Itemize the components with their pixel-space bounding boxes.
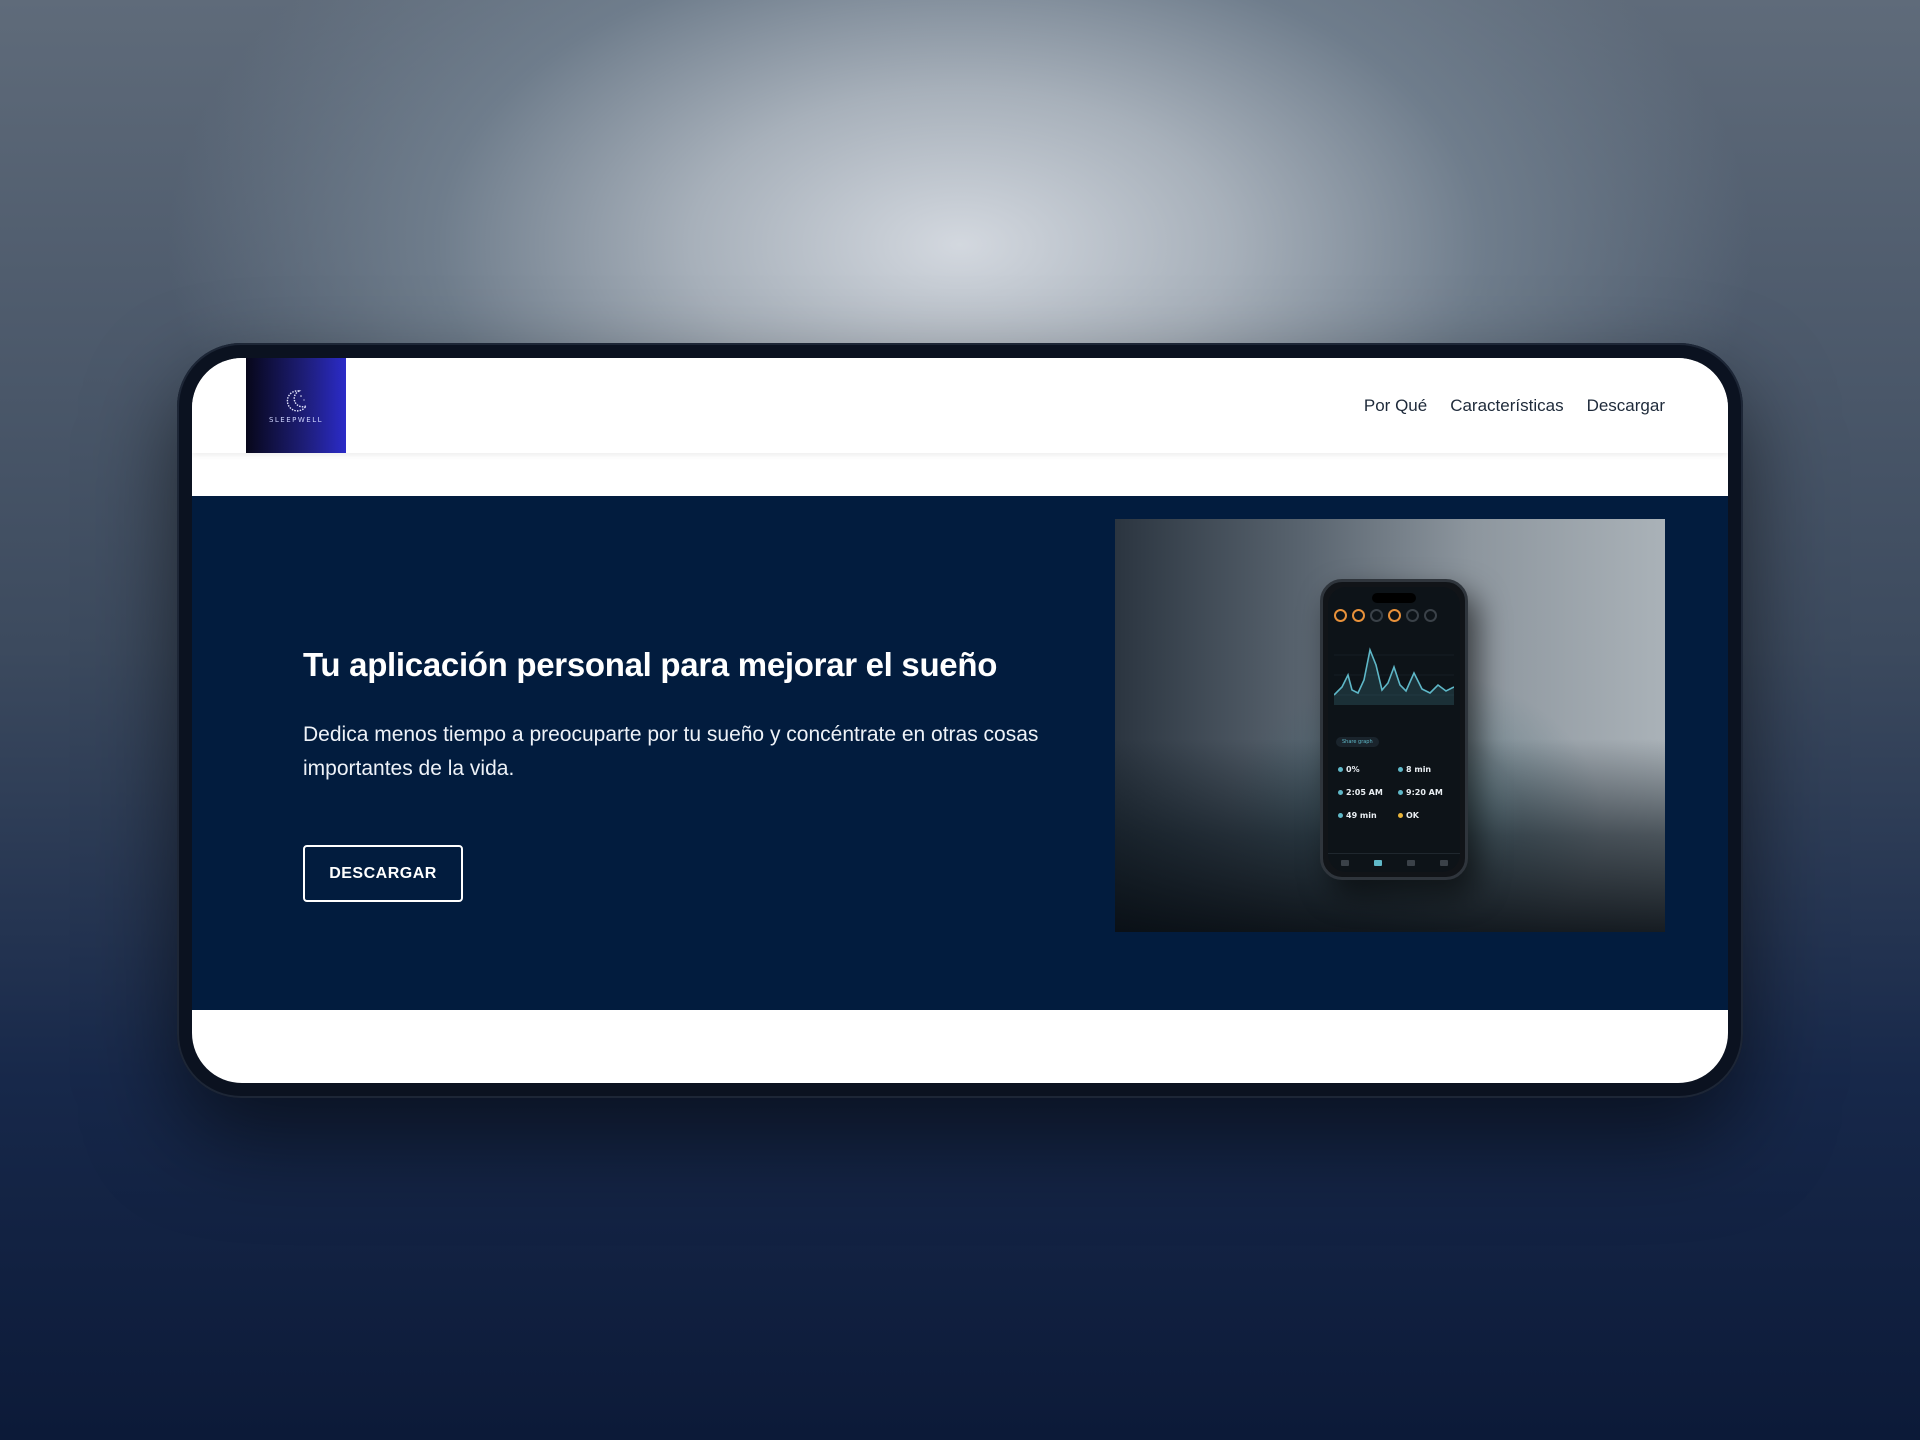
day-ring — [1370, 609, 1383, 622]
nav-link-por-que[interactable]: Por Qué — [1364, 396, 1427, 416]
sleep-graph — [1334, 647, 1454, 705]
stat-item: 9:20 AM — [1398, 788, 1454, 797]
download-button[interactable]: DESCARGAR — [303, 845, 463, 902]
stat-value: 0% — [1346, 765, 1360, 774]
site-header: SLEEPWELL Por Qué Características Descar… — [192, 358, 1728, 453]
stat-value: OK — [1406, 811, 1419, 820]
stat-item: 8 min — [1398, 765, 1454, 774]
phone-tab-icon — [1340, 860, 1349, 866]
day-ring — [1334, 609, 1347, 622]
hero-section: Tu aplicación personal para mejorar el s… — [192, 496, 1728, 1010]
stat-item: 49 min — [1338, 811, 1394, 820]
stat-value: 8 min — [1406, 765, 1432, 774]
phone-mockup: Share graph 0% 8 min 2:05 AM 9:20 AM 49 … — [1320, 579, 1468, 880]
nav-link-caracteristicas[interactable]: Características — [1450, 396, 1563, 416]
logo-text: SLEEPWELL — [268, 415, 324, 424]
device-frame: SLEEPWELL Por Qué Características Descar… — [177, 343, 1743, 1098]
stat-item: 2:05 AM — [1338, 788, 1394, 797]
phone-screen: Share graph 0% 8 min 2:05 AM 9:20 AM 49 … — [1328, 587, 1460, 872]
phone-tab-bar — [1328, 853, 1460, 872]
share-graph-chip: Share graph — [1336, 737, 1379, 747]
phone-tab-icon — [1439, 860, 1448, 866]
device-screen: SLEEPWELL Por Qué Características Descar… — [192, 358, 1728, 1083]
phone-notch — [1372, 593, 1416, 603]
day-ring — [1406, 609, 1419, 622]
logo[interactable]: SLEEPWELL — [246, 358, 346, 453]
sleep-stats: 0% 8 min 2:05 AM 9:20 AM 49 min OK — [1338, 765, 1454, 820]
crescent-moon-icon — [286, 389, 308, 412]
phone-tab-icon — [1406, 860, 1415, 866]
main-nav: Por Qué Características Descargar — [1364, 358, 1665, 453]
day-ring — [1424, 609, 1437, 622]
hero-subtitle: Dedica menos tiempo a preocuparte por tu… — [303, 723, 1039, 780]
day-ring — [1388, 609, 1401, 622]
phone-tab-icon — [1373, 860, 1382, 866]
hero-phone-image: Share graph 0% 8 min 2:05 AM 9:20 AM 49 … — [1115, 519, 1665, 932]
hero-title: Tu aplicación personal para mejorar el s… — [303, 646, 998, 683]
stat-value: 9:20 AM — [1406, 788, 1443, 797]
day-rings — [1334, 609, 1437, 622]
stat-item: OK — [1398, 811, 1454, 820]
day-ring — [1352, 609, 1365, 622]
nav-link-descargar[interactable]: Descargar — [1587, 396, 1665, 416]
stat-value: 2:05 AM — [1346, 788, 1383, 797]
stat-value: 49 min — [1346, 811, 1377, 820]
stat-item: 0% — [1338, 765, 1394, 774]
